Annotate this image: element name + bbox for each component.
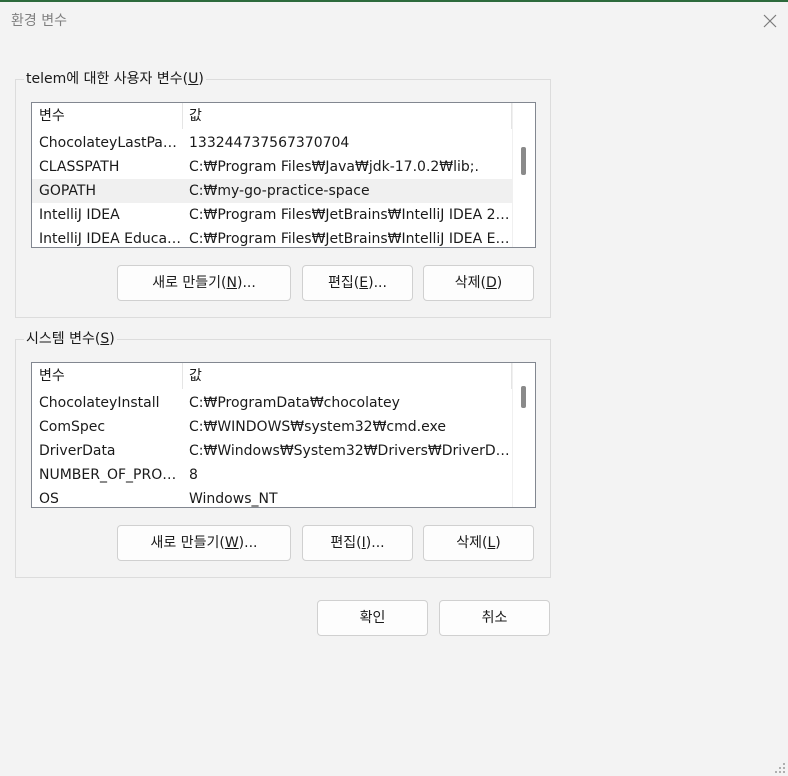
table-row[interactable]: IntelliJ IDEA Educat... C:₩Program Files… [32, 227, 512, 247]
system-variables-label: 시스템 변수(S) [24, 330, 117, 348]
table-row[interactable]: DriverData C:₩Windows₩System32₩Drivers₩D… [32, 439, 512, 463]
variable-name: NUMBER_OF_PROC... [39, 467, 182, 483]
variable-name: ChocolateyInstall [39, 395, 160, 411]
variable-name: DriverData [39, 443, 116, 459]
title-bar[interactable]: 환경 변수 [0, 2, 788, 38]
table-row[interactable]: IntelliJ IDEA C:₩Program Files₩JetBrains… [32, 203, 512, 227]
ok-button[interactable]: 확인 [317, 600, 428, 636]
table-row[interactable]: ChocolateyInstall C:₩ProgramData₩chocola… [32, 391, 512, 415]
variable-value: C:₩Program Files₩JetBrains₩IntelliJ IDEA… [189, 231, 512, 247]
column-header-variable[interactable]: 변수 [32, 363, 182, 389]
variable-value: 133244737567370704 [189, 135, 350, 151]
user-edit-button[interactable]: 편집(E)... [302, 265, 413, 301]
vertical-scrollbar[interactable] [512, 103, 535, 247]
system-edit-button[interactable]: 편집(I)... [302, 525, 413, 561]
list-header: 변수 값 [32, 103, 512, 129]
variable-name: IntelliJ IDEA [39, 207, 120, 223]
cancel-button[interactable]: 취소 [439, 600, 550, 636]
system-variables-list[interactable]: 변수 값 ChocolateyInstall C:₩ProgramData₩ch… [31, 362, 536, 508]
variable-value: C:₩Program Files₩Java₩jdk-17.0.2₩lib;. [189, 159, 479, 175]
window-title: 환경 변수 [11, 13, 67, 29]
variable-value: 8 [189, 467, 198, 483]
close-button[interactable] [752, 4, 788, 38]
variable-value: C:₩WINDOWS₩system32₩cmd.exe [189, 419, 446, 435]
table-row-selected[interactable]: GOPATH C:₩my-go-practice-space [32, 179, 512, 203]
variable-value: C:₩ProgramData₩chocolatey [189, 395, 400, 411]
table-row[interactable]: OS Windows_NT [32, 487, 512, 507]
variable-name: CLASSPATH [39, 159, 120, 175]
variable-name: GOPATH [39, 183, 96, 199]
variable-value: C:₩Windows₩System32₩Drivers₩DriverData [189, 443, 512, 459]
table-row[interactable]: ComSpec C:₩WINDOWS₩system32₩cmd.exe [32, 415, 512, 439]
variable-name: OS [39, 491, 59, 507]
user-delete-button[interactable]: 삭제(D) [423, 265, 534, 301]
table-row[interactable]: NUMBER_OF_PROC... 8 [32, 463, 512, 487]
variable-name: ComSpec [39, 419, 106, 435]
variable-name: ChocolateyLastPath... [39, 135, 182, 151]
vertical-scrollbar[interactable] [512, 363, 535, 507]
table-row[interactable]: ChocolateyLastPath... 133244737567370704 [32, 131, 512, 155]
user-new-button[interactable]: 새로 만들기(N)... [117, 265, 291, 301]
user-variables-label: telem에 대한 사용자 변수(U) [24, 70, 206, 88]
variable-name: IntelliJ IDEA Educat... [39, 231, 182, 247]
user-variables-list[interactable]: 변수 값 ChocolateyLastPath... 1332447375673… [31, 102, 536, 248]
variable-value: C:₩my-go-practice-space [189, 183, 370, 199]
resize-grip-icon[interactable] [774, 762, 786, 774]
system-delete-button[interactable]: 삭제(L) [423, 525, 534, 561]
user-variables-group: telem에 대한 사용자 변수(U) 변수 값 ChocolateyLastP… [15, 70, 551, 318]
system-new-button[interactable]: 새로 만들기(W)... [117, 525, 291, 561]
close-icon [763, 14, 777, 28]
system-variables-group: 시스템 변수(S) 변수 값 ChocolateyInstall C:₩Prog… [15, 330, 551, 578]
list-header: 변수 값 [32, 363, 512, 389]
table-row[interactable]: CLASSPATH C:₩Program Files₩Java₩jdk-17.0… [32, 155, 512, 179]
column-header-value[interactable]: 값 [182, 103, 512, 129]
variable-value: C:₩Program Files₩JetBrains₩IntelliJ IDEA… [189, 207, 512, 223]
variable-value: Windows_NT [189, 491, 278, 507]
column-header-variable[interactable]: 변수 [32, 103, 182, 129]
column-header-value[interactable]: 값 [182, 363, 512, 389]
scrollbar-thumb[interactable] [521, 386, 526, 408]
scrollbar-thumb[interactable] [521, 147, 526, 175]
